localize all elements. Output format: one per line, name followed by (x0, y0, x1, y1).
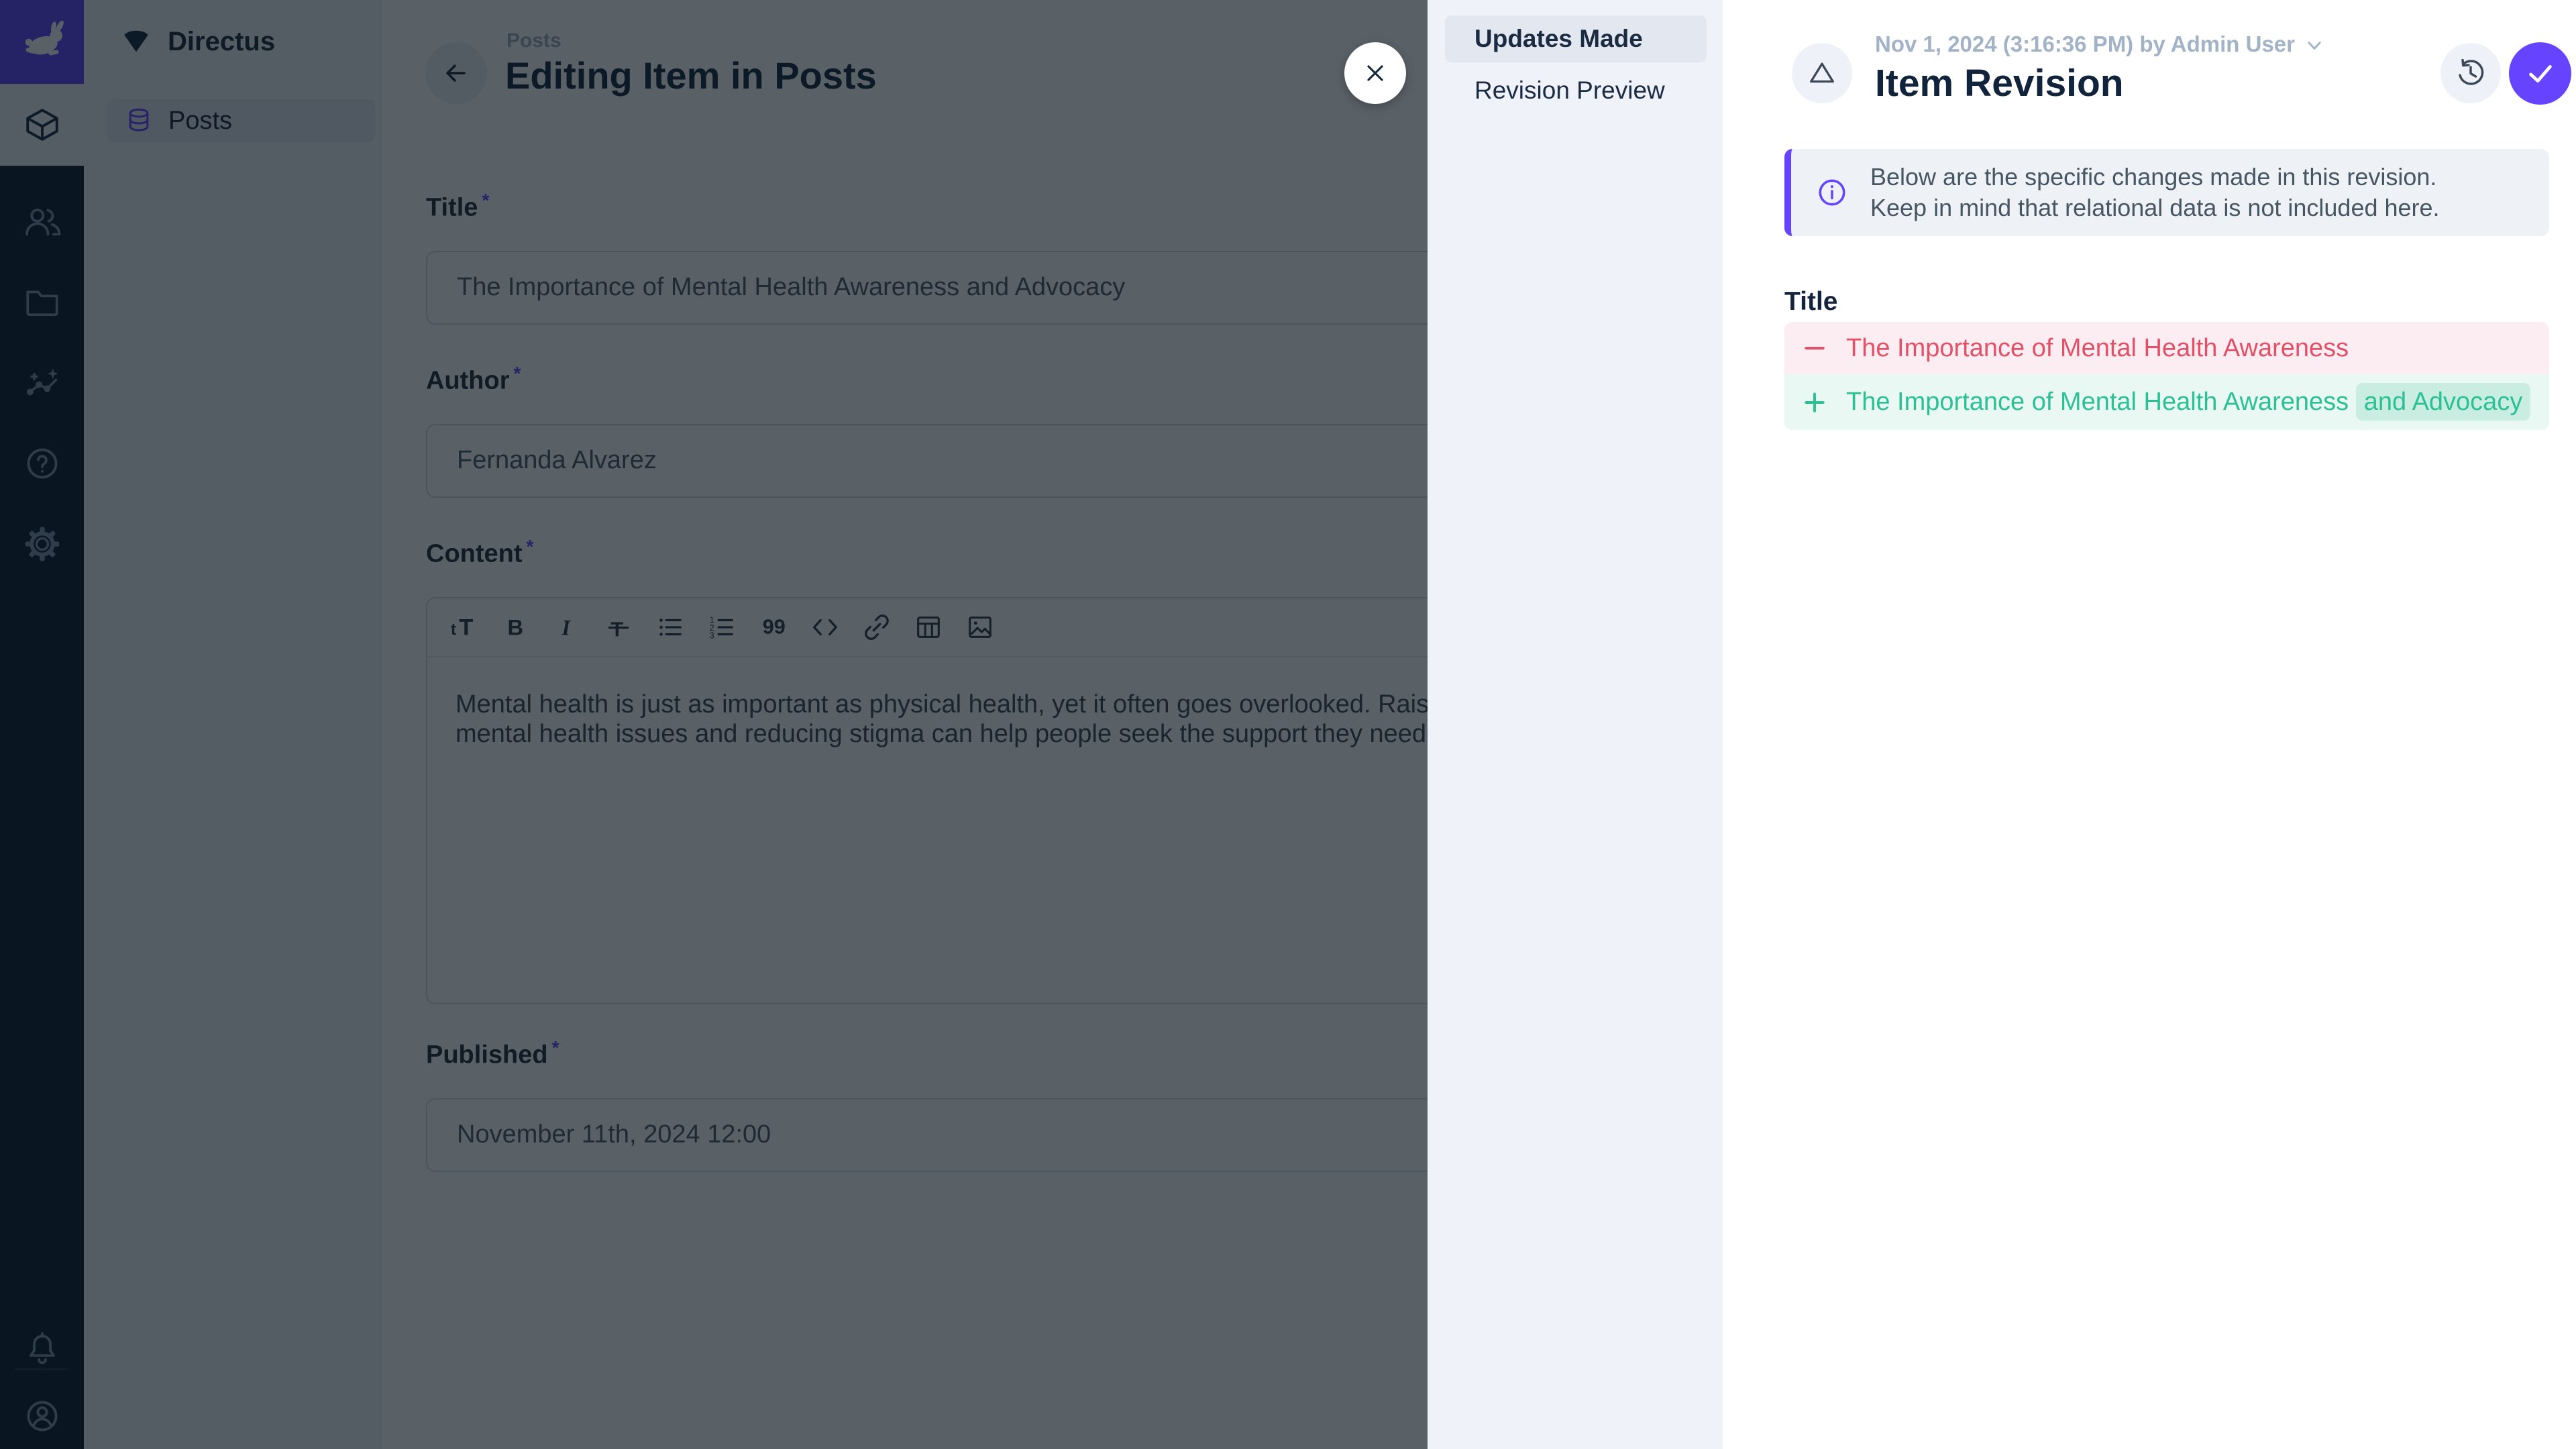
chevron-down-icon (2304, 36, 2324, 56)
revert-history-button[interactable] (2440, 43, 2501, 103)
close-drawer-button[interactable] (1344, 42, 1406, 104)
revision-drawer: Nov 1, 2024 (3:16:36 PM) by Admin User I… (1723, 0, 2576, 1449)
info-icon (1815, 176, 1849, 209)
drawer-title: Item Revision (1875, 61, 2324, 105)
revision-meta-text: Nov 1, 2024 (3:16:36 PM) by Admin User (1875, 32, 2295, 57)
revision-meta-dropdown[interactable]: Nov 1, 2024 (3:16:36 PM) by Admin User (1875, 32, 2324, 57)
diff-row-removed: The Importance of Mental Health Awarenes… (1784, 322, 2549, 374)
drawer-nav-item-updates-made[interactable]: Updates Made (1445, 15, 1707, 62)
drawer-heading: Nov 1, 2024 (3:16:36 PM) by Admin User I… (1875, 32, 2324, 105)
revision-type-badge (1792, 43, 1852, 103)
drawer-nav-item-revision-preview[interactable]: Revision Preview (1445, 67, 1707, 114)
diff-row-added: The Importance of Mental Health Awarenes… (1784, 374, 2549, 430)
check-icon (2525, 58, 2556, 89)
diff-box: The Importance of Mental Health Awarenes… (1784, 322, 2549, 430)
confirm-button[interactable] (2509, 42, 2571, 105)
close-icon (1360, 58, 1390, 88)
diff-added-text: The Importance of Mental Health Awarenes… (1846, 388, 2530, 417)
diff-added-highlight: and Advocacy (2356, 383, 2531, 421)
minus-icon (1802, 335, 1827, 361)
drawer-nav: Updates Made Revision Preview (1428, 0, 1723, 1449)
diff-removed-text: The Importance of Mental Health Awarenes… (1846, 334, 2349, 363)
history-icon (2455, 57, 2487, 89)
info-notice: Below are the specific changes made in t… (1784, 149, 2549, 236)
diff-field-label: Title (1784, 287, 1837, 317)
info-notice-text: Below are the specific changes made in t… (1870, 162, 2440, 223)
plus-icon (1802, 390, 1827, 415)
triangle-up-icon (1807, 58, 1837, 89)
drawer-overlay[interactable] (0, 0, 1428, 1449)
